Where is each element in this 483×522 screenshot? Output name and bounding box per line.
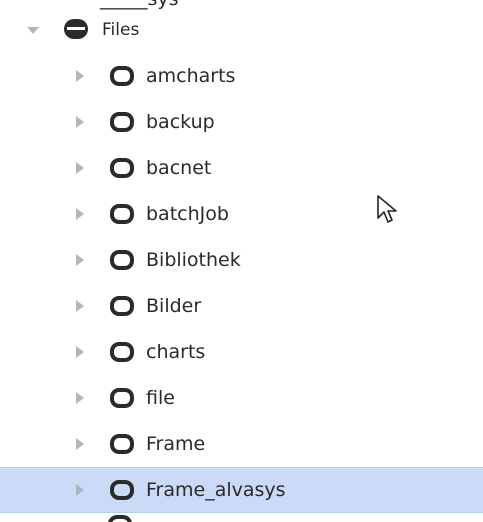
- expand-toggle-icon[interactable]: [72, 344, 88, 360]
- expand-toggle-icon[interactable]: [72, 114, 88, 130]
- tree-node-bilder[interactable]: Bilder: [0, 283, 483, 329]
- folder-icon: [108, 340, 136, 364]
- tree-node-label: amcharts: [146, 65, 236, 87]
- tree-node-label: file: [146, 387, 175, 409]
- expand-toggle-icon[interactable]: [72, 390, 88, 406]
- expand-toggle-icon[interactable]: [72, 160, 88, 176]
- tree-node-label: Frame: [146, 433, 206, 455]
- drive-icon: [62, 17, 90, 41]
- tree-node-bibliothek[interactable]: Bibliothek: [0, 237, 483, 283]
- folder-icon: [106, 513, 134, 522]
- folder-icon: [108, 110, 136, 134]
- tree-node-label: Bilder: [146, 295, 202, 317]
- tree-node-frame[interactable]: Frame: [0, 421, 483, 467]
- expand-toggle-icon[interactable]: [72, 436, 88, 452]
- expand-toggle-icon[interactable]: [72, 206, 88, 222]
- tree-node-charts[interactable]: charts: [0, 329, 483, 375]
- tree-node-label: Frame_alvasys: [146, 479, 286, 501]
- expand-toggle-icon[interactable]: [72, 298, 88, 314]
- folder-icon: [108, 478, 136, 502]
- folder-icon: [108, 386, 136, 410]
- tree-node-batchjob[interactable]: batchJob: [0, 191, 483, 237]
- expand-toggle-icon[interactable]: [72, 68, 88, 84]
- mouse-cursor-icon: [376, 194, 402, 226]
- folder-icon: [108, 156, 136, 180]
- tree-node-files[interactable]: Files: [0, 7, 483, 53]
- tree-node-frame-alvasys[interactable]: Frame_alvasys: [0, 467, 483, 513]
- expand-toggle-icon[interactable]: [72, 252, 88, 268]
- folder-icon: [108, 64, 136, 88]
- expand-toggle-icon[interactable]: [72, 482, 88, 498]
- tree-node-file[interactable]: file: [0, 375, 483, 421]
- folder-icon: [108, 294, 136, 318]
- folder-icon: [108, 202, 136, 226]
- tree-node-bacnet[interactable]: bacnet: [0, 145, 483, 191]
- folder-icon: [108, 248, 136, 272]
- tree-node-backup[interactable]: backup: [0, 99, 483, 145]
- tree-node-label: Files: [102, 20, 140, 40]
- tree-node-label: batchJob: [146, 203, 229, 225]
- tree-node-label: Bibliothek: [146, 249, 241, 271]
- tree-node-label: bacnet: [146, 157, 212, 179]
- tree-node-label: charts: [146, 341, 206, 363]
- tree-node-amcharts[interactable]: amcharts: [0, 53, 483, 99]
- expand-toggle-icon[interactable]: [25, 23, 41, 39]
- folder-icon: [108, 432, 136, 456]
- tree-node-label: backup: [146, 111, 215, 133]
- file-tree: _____sys Files amcharts: [0, 0, 483, 522]
